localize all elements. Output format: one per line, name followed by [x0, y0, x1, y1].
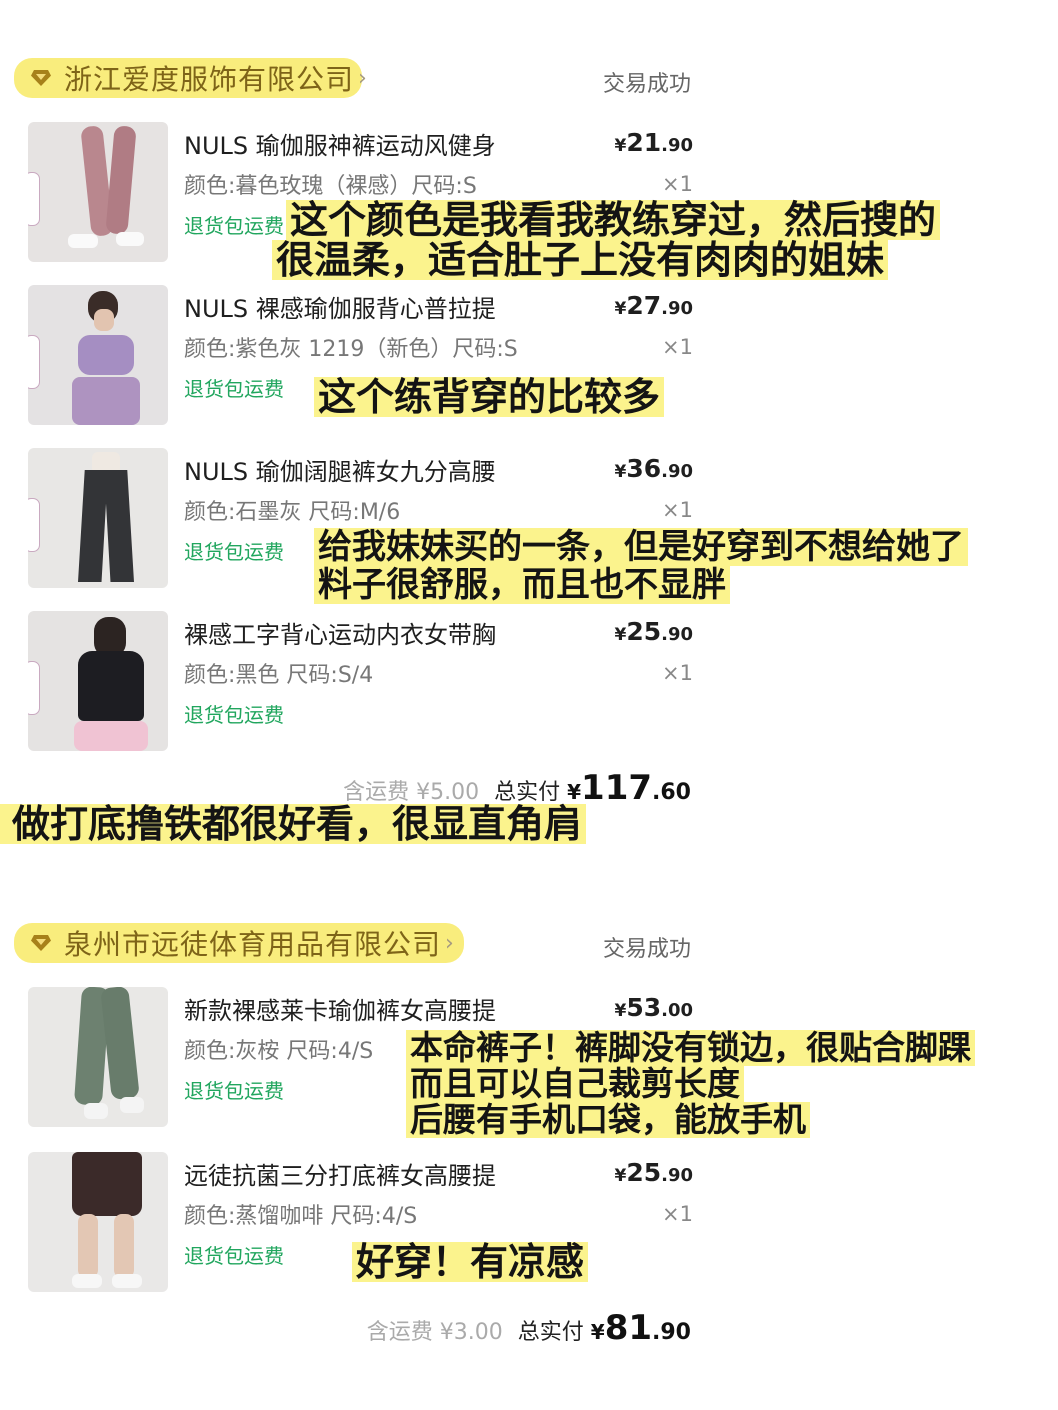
product-spec: 颜色:暮色玫瑰（裸感）尺码:S	[184, 174, 477, 199]
order-summary: 含运费 ¥3.00 总实付 ¥81.90	[367, 1308, 691, 1348]
diamond-icon	[28, 933, 54, 953]
product-price: ¥36.90	[614, 454, 693, 483]
store-header[interactable]: 泉州市远徒体育用品有限公司 ›	[14, 919, 464, 967]
product-spec: 颜色:石墨灰 尺码:M/6	[184, 500, 401, 525]
product-thumbnail[interactable]	[28, 448, 168, 588]
chevron-right-icon: ›	[445, 930, 454, 956]
product-title[interactable]: 远徒抗菌三分打底裤女高腰提	[184, 1156, 496, 1191]
annotation-note-1: 这个颜色是我看我教练穿过，然后搜的 很温柔，适合肚子上没有肉肉的姐妹	[272, 200, 941, 280]
color-tag	[28, 172, 40, 226]
product-qty: ×1	[662, 172, 693, 196]
product-qty: ×1	[662, 335, 693, 359]
annotation-note-5: 本命裤子！裤脚没有锁边，很贴合脚踝 而且可以自己裁剪长度 后腰有手机口袋，能放手…	[406, 1030, 975, 1138]
refund-shipping-badge: 退货包运费	[184, 1244, 284, 1268]
product-price: ¥53.00	[614, 993, 693, 1022]
product-price: ¥25.90	[614, 1158, 693, 1187]
product-thumbnail[interactable]	[28, 285, 168, 425]
product-qty: ×1	[662, 498, 693, 522]
annotation-note-3: 给我妹妹买的一条，但是好穿到不想给她了 料子很舒服，而且也不显胖	[314, 528, 968, 604]
product-price: ¥27.90	[614, 291, 693, 320]
total-amount: ¥81.90	[590, 1308, 691, 1348]
product-spec: 颜色:蒸馏咖啡 尺码:4/S	[184, 1204, 418, 1229]
product-title[interactable]: 新款裸感莱卡瑜伽裤女高腰提	[184, 991, 496, 1026]
product-price: ¥25.90	[614, 617, 693, 646]
total-label: 总实付	[517, 1320, 584, 1345]
store-name: 泉州市远徒体育用品有限公司	[64, 928, 442, 961]
product-spec: 颜色:黑色 尺码:S/4	[184, 663, 374, 688]
shipping-fee: 含运费 ¥3.00	[366, 1320, 503, 1345]
product-title[interactable]: NULS 瑜伽阔腿裤女九分高腰	[184, 452, 496, 487]
trade-status: 交易成功	[602, 937, 691, 962]
product-spec: 颜色:灰桉 尺码:4/S	[184, 1039, 374, 1064]
trade-status: 交易成功	[602, 72, 691, 97]
refund-shipping-badge: 退货包运费	[184, 214, 284, 238]
order-card-1: 浙江爱度服饰有限公司 › 交易成功 NULS 瑜伽服神裤运动风健身 ¥21.90…	[0, 40, 715, 860]
product-qty: ×1	[662, 1202, 693, 1226]
store-name: 浙江爱度服饰有限公司	[64, 63, 355, 96]
refund-shipping-badge: 退货包运费	[184, 703, 284, 727]
product-title[interactable]: 裸感工字背心运动内衣女带胸	[184, 615, 496, 650]
product-qty: ×1	[662, 661, 693, 685]
total-amount: ¥117.60	[567, 768, 691, 808]
product-price: ¥21.90	[614, 128, 693, 157]
product-thumbnail[interactable]	[28, 1152, 168, 1292]
order-card-2: 泉州市远徒体育用品有限公司 › 交易成功 新款裸感莱卡瑜伽裤女高腰提 ¥53.0…	[0, 905, 715, 1375]
annotation-note-4: 做打底撸铁都很好看，很显直角肩	[0, 804, 587, 844]
chevron-right-icon: ›	[358, 65, 367, 91]
color-tag	[28, 498, 40, 552]
color-tag	[28, 335, 40, 389]
product-spec: 颜色:紫色灰 1219（新色）尺码:S	[184, 337, 518, 362]
product-thumbnail[interactable]	[28, 611, 168, 751]
refund-shipping-badge: 退货包运费	[184, 1079, 284, 1103]
annotation-note-6: 好穿！有凉感	[352, 1242, 589, 1282]
refund-shipping-badge: 退货包运费	[184, 377, 284, 401]
order-item[interactable]: 裸感工字背心运动内衣女带胸 ¥25.90 颜色:黑色 尺码:S/4 ×1 退货包…	[0, 611, 715, 761]
store-header[interactable]: 浙江爱度服饰有限公司 ›	[14, 54, 367, 102]
diamond-icon	[28, 68, 54, 88]
annotation-note-2: 这个练背穿的比较多	[314, 377, 665, 417]
color-tag	[28, 661, 40, 715]
product-title[interactable]: NULS 裸感瑜伽服背心普拉提	[184, 289, 496, 324]
product-thumbnail[interactable]	[28, 987, 168, 1127]
refund-shipping-badge: 退货包运费	[184, 540, 284, 564]
product-title[interactable]: NULS 瑜伽服神裤运动风健身	[184, 126, 496, 161]
product-thumbnail[interactable]	[28, 122, 168, 262]
